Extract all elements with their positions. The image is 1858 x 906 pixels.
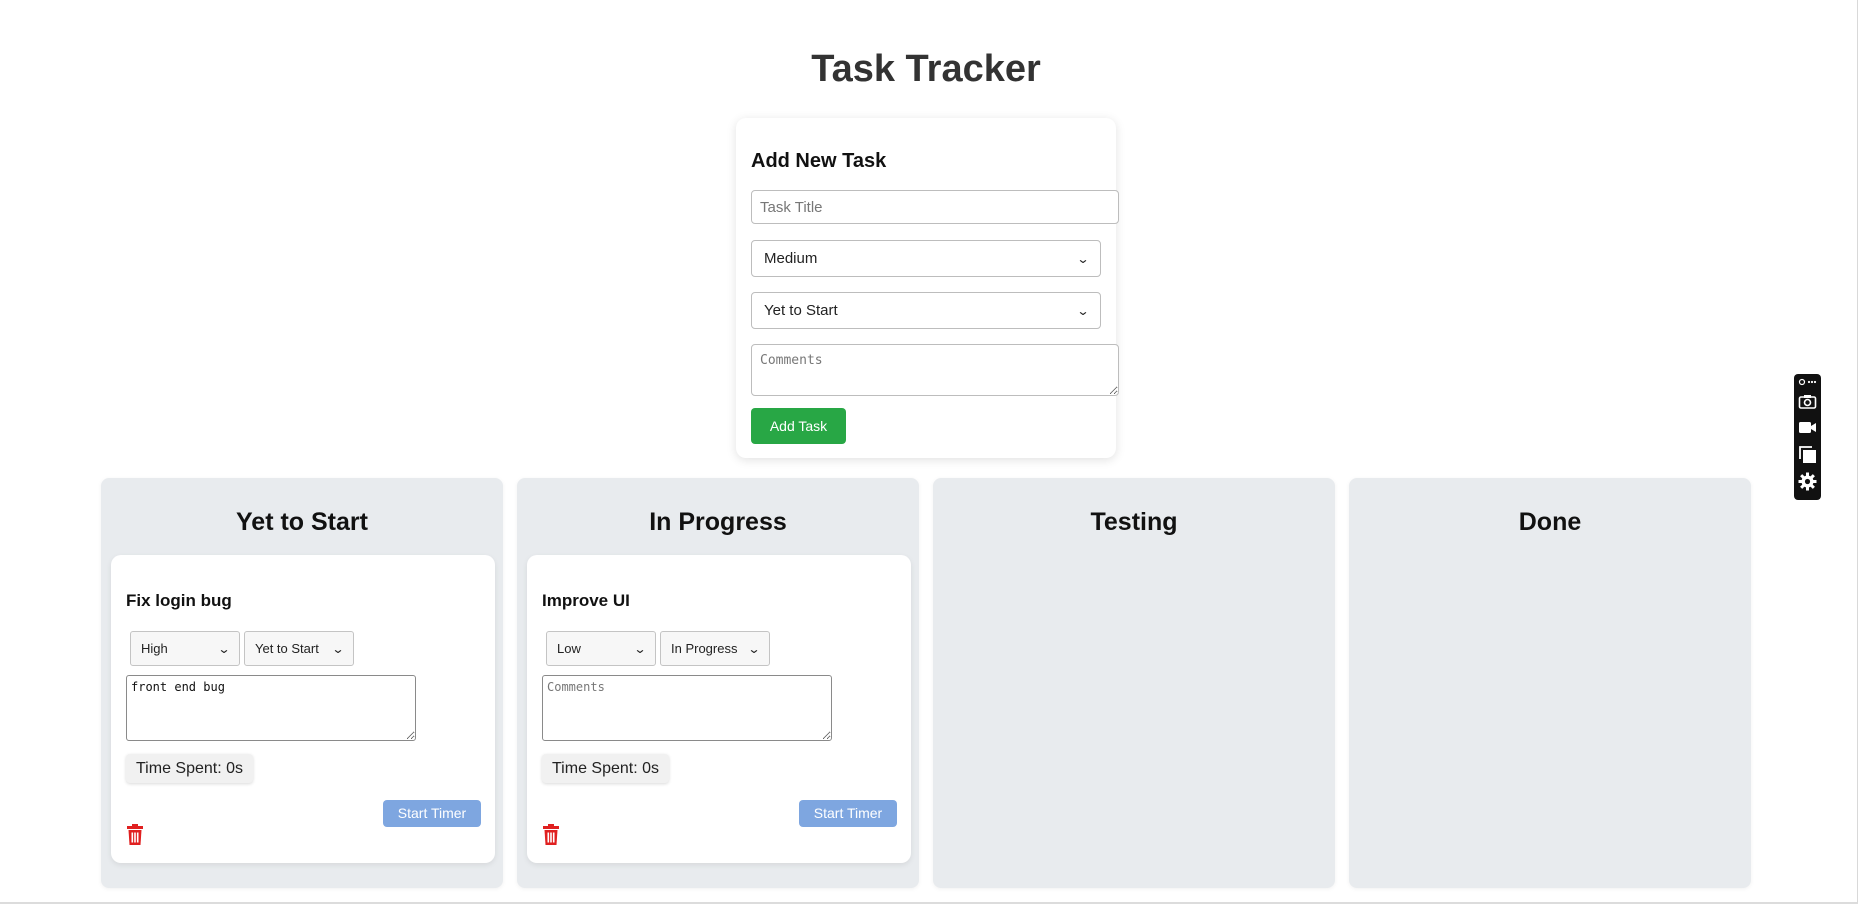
- add-task-button[interactable]: Add Task: [751, 408, 846, 444]
- priority-select[interactable]: Medium ⌄: [751, 240, 1101, 277]
- start-timer-button[interactable]: Start Timer: [383, 800, 481, 827]
- camera-icon[interactable]: [1798, 392, 1817, 411]
- status-select[interactable]: Yet to Start ⌄: [751, 292, 1101, 329]
- task-comments-field[interactable]: [542, 675, 832, 741]
- task-priority-value: Low: [557, 641, 581, 656]
- task-status-select[interactable]: Yet to Start ⌄: [244, 631, 354, 666]
- column-done: Done: [1349, 478, 1751, 888]
- trash-icon[interactable]: [542, 824, 560, 846]
- task-status-value: Yet to Start: [255, 641, 319, 656]
- link-more-icon[interactable]: [1798, 378, 1817, 386]
- chevron-down-icon: ⌄: [217, 641, 231, 656]
- task-priority-value: High: [141, 641, 168, 656]
- time-spent-badge: Time Spent: 0s: [542, 754, 670, 783]
- task-status-value: In Progress: [671, 641, 738, 656]
- chevron-down-icon: ⌄: [1076, 251, 1090, 266]
- column-yet-to-start: Yet to Start Fix login bug High ⌄ Yet to…: [101, 478, 503, 888]
- column-testing: Testing: [933, 478, 1335, 888]
- chevron-down-icon: ⌄: [1076, 303, 1090, 318]
- task-priority-select[interactable]: High ⌄: [130, 631, 240, 666]
- trash-icon[interactable]: [126, 824, 144, 846]
- screen-capture-toolbar: [1794, 374, 1821, 500]
- gear-icon[interactable]: [1798, 472, 1817, 491]
- copy-icon[interactable]: [1798, 445, 1817, 464]
- add-task-form: Add New Task Medium ⌄ Yet to Start ⌄ Add…: [736, 118, 1119, 458]
- page-title: Task Tracker: [811, 48, 1041, 90]
- chevron-down-icon: ⌄: [633, 641, 647, 656]
- time-spent-badge: Time Spent: 0s: [126, 754, 254, 783]
- chevron-down-icon: ⌄: [331, 641, 345, 656]
- column-title: In Progress: [649, 508, 787, 536]
- form-heading: Add New Task: [751, 150, 887, 172]
- column-title: Yet to Start: [236, 508, 368, 536]
- column-title: Done: [1518, 508, 1582, 536]
- chevron-down-icon: ⌄: [747, 641, 761, 656]
- priority-select-value: Medium: [764, 250, 818, 267]
- start-timer-button[interactable]: Start Timer: [799, 800, 897, 827]
- task-status-select[interactable]: In Progress ⌄: [660, 631, 770, 666]
- task-title: Fix login bug: [126, 591, 232, 610]
- comments-field[interactable]: [751, 344, 1119, 396]
- column-title: Testing: [1090, 508, 1178, 536]
- task-comments-field[interactable]: [126, 675, 416, 741]
- status-select-value: Yet to Start: [764, 302, 838, 319]
- task-priority-select[interactable]: Low ⌄: [546, 631, 656, 666]
- task-card[interactable]: Fix login bug High ⌄ Yet to Start ⌄ Time…: [111, 555, 495, 863]
- task-card[interactable]: Improve UI Low ⌄ In Progress ⌄ Time Spen…: [527, 555, 911, 863]
- video-icon[interactable]: [1798, 418, 1817, 437]
- column-in-progress: In Progress Improve UI Low ⌄ In Progress…: [517, 478, 919, 888]
- task-title: Improve UI: [542, 591, 630, 610]
- task-title-input[interactable]: [751, 190, 1119, 224]
